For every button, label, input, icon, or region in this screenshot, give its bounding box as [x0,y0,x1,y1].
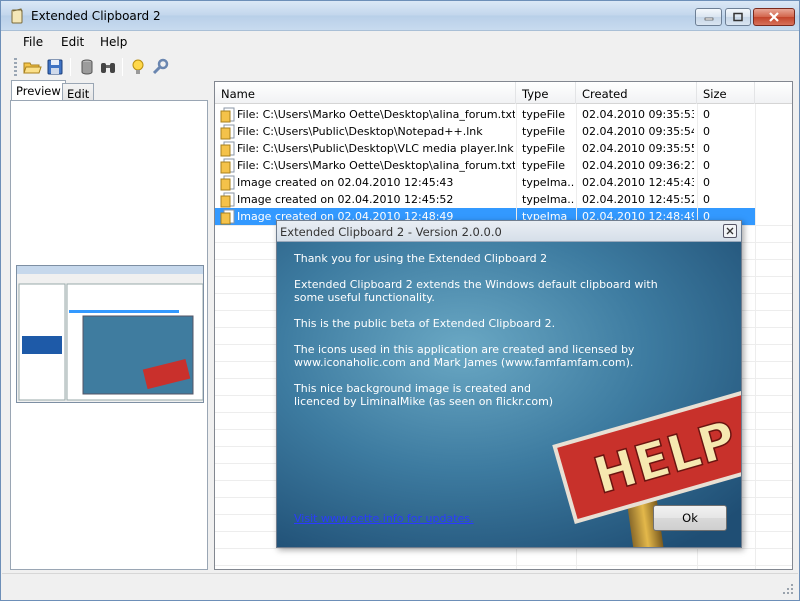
open-folder-icon[interactable] [22,57,42,77]
cell-type: typeIma... [522,193,574,206]
toolbar-separator [70,58,71,76]
column-header-size[interactable]: Size [697,82,755,104]
about-line-thanks: Thank you for using the Extended Clipboa… [294,252,548,265]
maximize-button[interactable] [725,8,751,26]
menu-bar: File Edit Help [2,32,798,54]
table-row[interactable]: File: C:\Users\Marko Oette\Desktop\alina… [215,157,792,174]
status-bar [2,573,798,599]
cell-created: 02.04.2010 09:35:53 [582,108,694,121]
cell-created: 02.04.2010 12:45:43 [582,176,694,189]
document-icon [220,209,235,225]
toolbar-grip[interactable] [14,58,17,76]
about-line-beta: This is the public beta of Extended Clip… [294,317,556,330]
cell-type: typeFile [522,125,565,138]
grid-line [215,548,792,549]
close-icon [769,12,779,22]
window-title: Extended Clipboard 2 [31,9,161,23]
cell-size: 0 [703,142,710,155]
about-close-button[interactable] [723,224,737,238]
about-line-background: This nice background image is created an… [294,382,532,395]
resize-grip-icon[interactable] [782,583,794,595]
lightbulb-icon[interactable] [128,57,148,77]
toolbar-separator [122,58,123,76]
cell-name: Image created on 02.04.2010 12:45:43 [237,176,454,189]
table-row[interactable]: Image created on 02.04.2010 12:45:52 type… [215,191,792,208]
close-button[interactable] [753,8,795,26]
cell-size: 0 [703,159,710,172]
cell-name: File: C:\Users\Public\Desktop\Notepad++.… [237,125,483,138]
ok-button[interactable]: Ok [653,505,727,531]
main-window: Extended Clipboard 2 File Edit Help Prev… [0,0,800,601]
cell-type: typeFile [522,159,565,172]
grid-line [215,565,792,566]
preview-panel [10,100,208,570]
document-icon [220,107,235,123]
document-icon [220,175,235,191]
cell-type: typeFile [522,142,565,155]
document-icon [220,192,235,208]
document-icon [220,124,235,140]
clipboard-app-icon [11,8,23,24]
maximize-icon [733,12,743,22]
grid-column-line [755,104,756,569]
about-line-background-credits: licenced by LiminalMike (as seen on flic… [294,395,554,408]
about-line-functionality: some useful functionality. [294,291,435,304]
cell-created: 02.04.2010 09:36:21 [582,159,694,172]
binoculars-icon[interactable] [98,57,118,77]
cell-created: 02.04.2010 12:45:52 [582,193,694,206]
about-line-icons-credits: www.iconaholic.com and Mark James (www.f… [294,356,634,369]
column-header-name[interactable]: Name [215,82,516,104]
menu-edit[interactable]: Edit [61,35,84,49]
close-icon [726,227,734,235]
clipboard-image-preview [16,265,204,403]
tab-preview[interactable]: Preview [11,80,66,101]
minimize-icon [704,17,713,21]
screenshot-thumbnail [17,266,203,402]
column-header-created[interactable]: Created [576,82,697,104]
cell-type: typeFile [522,108,565,121]
about-title: Extended Clipboard 2 - Version 2.0.0.0 [280,225,502,239]
cell-size: 0 [703,193,710,206]
save-icon[interactable] [45,57,65,77]
list-header: Name Type Created Size [215,82,792,104]
cell-name: File: C:\Users\Public\Desktop\VLC media … [237,142,514,155]
cell-created: 02.04.2010 09:35:54 [582,125,694,138]
cell-created: 02.04.2010 09:35:55 [582,142,694,155]
table-row[interactable]: File: C:\Users\Marko Oette\Desktop\alina… [215,106,792,123]
about-line-icons: The icons used in this application are c… [294,343,635,356]
about-line-extends: Extended Clipboard 2 extends the Windows… [294,278,658,291]
document-icon [220,141,235,157]
column-header-type[interactable]: Type [516,82,576,104]
updates-link[interactable]: Visit www.oette.info for updates. [294,512,474,525]
about-title-bar[interactable]: Extended Clipboard 2 - Version 2.0.0.0 [277,221,741,242]
cell-size: 0 [703,108,710,121]
about-dialog: Extended Clipboard 2 - Version 2.0.0.0 H… [276,220,742,548]
menu-help[interactable]: Help [100,35,127,49]
cell-size: 0 [703,125,710,138]
title-bar[interactable]: Extended Clipboard 2 [1,1,799,31]
cell-name: File: C:\Users\Marko Oette\Desktop\alina… [237,159,515,172]
toolbar [2,54,798,80]
minimize-button[interactable] [695,8,722,26]
about-body: HELP Thank you for using the Extended Cl… [277,242,741,547]
menu-file[interactable]: File [23,35,43,49]
cell-type: typeIma... [522,176,574,189]
table-row[interactable]: File: C:\Users\Public\Desktop\VLC media … [215,140,792,157]
document-icon [220,158,235,174]
cell-name: File: C:\Users\Marko Oette\Desktop\alina… [237,108,515,121]
cell-name: Image created on 02.04.2010 12:45:52 [237,193,454,206]
table-row[interactable]: File: C:\Users\Public\Desktop\Notepad++.… [215,123,792,140]
cell-size: 0 [703,176,710,189]
database-icon[interactable] [77,57,97,77]
wrench-icon[interactable] [150,57,170,77]
table-row[interactable]: Image created on 02.04.2010 12:45:43 type… [215,174,792,191]
